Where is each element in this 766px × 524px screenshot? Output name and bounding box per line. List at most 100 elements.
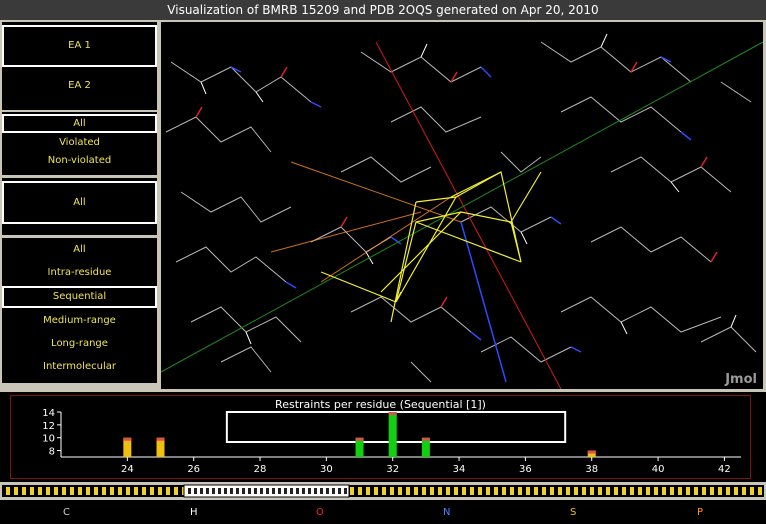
sequence-residue-marker <box>134 487 138 495</box>
sequence-residue-marker <box>646 487 650 495</box>
sequence-window-marker <box>248 488 251 494</box>
range-option-long-range[interactable]: Long-range <box>2 334 157 354</box>
window-title: Visualization of BMRB 15209 and PDB 2OQS… <box>0 0 766 20</box>
sequence-residue-marker <box>102 487 106 495</box>
sequence-residue-marker <box>446 487 450 495</box>
sequence-navigator[interactable] <box>0 482 766 500</box>
sequence-residue-marker <box>358 487 362 495</box>
sequence-residue-marker <box>470 487 474 495</box>
range-option-all[interactable]: All <box>2 240 157 260</box>
sequence-residue-marker <box>398 487 402 495</box>
sequence-residue-marker <box>710 487 714 495</box>
molecule-viewer[interactable]: Jmol <box>161 22 763 389</box>
y-tick-label: 10 <box>42 434 55 445</box>
sequence-residue-marker <box>166 487 170 495</box>
sequence-residue-marker <box>414 487 418 495</box>
sequence-residue-marker <box>654 487 658 495</box>
sequence-residue-marker <box>662 487 666 495</box>
range-option-sequential[interactable]: Sequential <box>2 286 157 308</box>
sequence-window-marker <box>344 488 347 494</box>
sequence-window-marker <box>212 488 215 494</box>
sequence-residue-marker <box>94 487 98 495</box>
sequence-residue-marker <box>726 487 730 495</box>
legend-n: N <box>443 507 451 518</box>
sequence-residue-marker <box>406 487 410 495</box>
sequence-residue-marker <box>518 487 522 495</box>
ensemble-option-ea1[interactable]: EA 1 <box>2 25 157 67</box>
sequence-residue-marker <box>382 487 386 495</box>
sequence-window-marker <box>290 488 293 494</box>
restraints-chart-panel: Restraints per residue (Sequential [1]) … <box>10 395 751 479</box>
middle-filter-panel: All <box>2 178 157 235</box>
molecule-render <box>161 33 763 389</box>
chart-bar-cap <box>123 437 132 441</box>
sequence-residue-marker <box>390 487 394 495</box>
sequence-window-marker <box>284 488 287 494</box>
chart-bar-cap <box>355 437 364 441</box>
ensemble-option-ea2[interactable]: EA 2 <box>2 72 157 100</box>
sequence-residue-marker <box>350 487 354 495</box>
x-tick-label: 26 <box>187 464 200 475</box>
x-tick-label: 24 <box>121 464 134 475</box>
middle-option-all[interactable]: All <box>2 181 157 224</box>
sequence-residue-marker <box>582 487 586 495</box>
sequence-residue-marker <box>622 487 626 495</box>
legend-s: S <box>570 507 577 518</box>
legend-p: P <box>697 507 704 518</box>
sequence-residue-marker <box>38 487 42 495</box>
sequence-residue-marker <box>6 487 10 495</box>
sequence-residue-marker <box>638 487 642 495</box>
sequence-residue-marker <box>14 487 18 495</box>
chart-bar[interactable] <box>388 412 397 457</box>
x-tick-label: 42 <box>718 464 731 475</box>
sequence-residue-marker <box>526 487 530 495</box>
sequence-window-marker <box>314 488 317 494</box>
sequence-residue-marker <box>22 487 26 495</box>
chart-bar-cap <box>388 412 397 415</box>
chart-bar-cap <box>156 437 165 441</box>
sequence-residue-marker <box>46 487 50 495</box>
y-tick-label: 12 <box>42 421 55 432</box>
sequence-residue-marker <box>54 487 58 495</box>
sequence-residue-marker <box>478 487 482 495</box>
sequence-residue-marker <box>486 487 490 495</box>
violation-option-nonviolated[interactable]: Non-violated <box>2 152 157 170</box>
sequence-window-marker <box>266 488 269 494</box>
violation-option-all[interactable]: All <box>2 114 157 133</box>
range-option-intra-residue[interactable]: Intra-residue <box>2 263 157 283</box>
sequence-residue-marker <box>502 487 506 495</box>
sequence-residue-marker <box>438 487 442 495</box>
sequence-residue-marker <box>614 487 618 495</box>
sequence-residue-marker <box>758 487 762 495</box>
sequence-residue-marker <box>422 487 426 495</box>
x-tick-label: 28 <box>254 464 267 475</box>
x-tick-label: 34 <box>453 464 466 475</box>
sequence-residue-marker <box>462 487 466 495</box>
sequence-residue-marker <box>702 487 706 495</box>
sequence-residue-marker <box>430 487 434 495</box>
sequence-window-marker <box>320 488 323 494</box>
sequence-window-marker <box>206 488 209 494</box>
range-option-intermolecular[interactable]: Intermolecular <box>2 357 157 377</box>
sequence-window-marker <box>230 488 233 494</box>
y-tick-label: 8 <box>49 447 55 458</box>
sequence-residue-marker <box>126 487 130 495</box>
sequence-residue-marker <box>534 487 538 495</box>
sequence-residue-marker <box>70 487 74 495</box>
sequence-window-marker <box>194 488 197 494</box>
sequence-residue-marker <box>110 487 114 495</box>
chart-bar-cap <box>587 450 596 454</box>
sequence-window-marker <box>218 488 221 494</box>
violation-option-violated[interactable]: Violated <box>2 134 157 152</box>
legend-o: O <box>316 507 324 518</box>
sequence-residue-marker <box>142 487 146 495</box>
sequence-residue-marker <box>574 487 578 495</box>
range-option-medium-range[interactable]: Medium-range <box>2 311 157 331</box>
legend-h: H <box>190 507 198 518</box>
sequence-window-marker <box>338 488 341 494</box>
sequence-window-marker <box>188 488 191 494</box>
sequence-residue-marker <box>174 487 178 495</box>
sequence-residue-marker <box>118 487 122 495</box>
x-tick-label: 40 <box>652 464 665 475</box>
x-tick-label: 30 <box>320 464 333 475</box>
